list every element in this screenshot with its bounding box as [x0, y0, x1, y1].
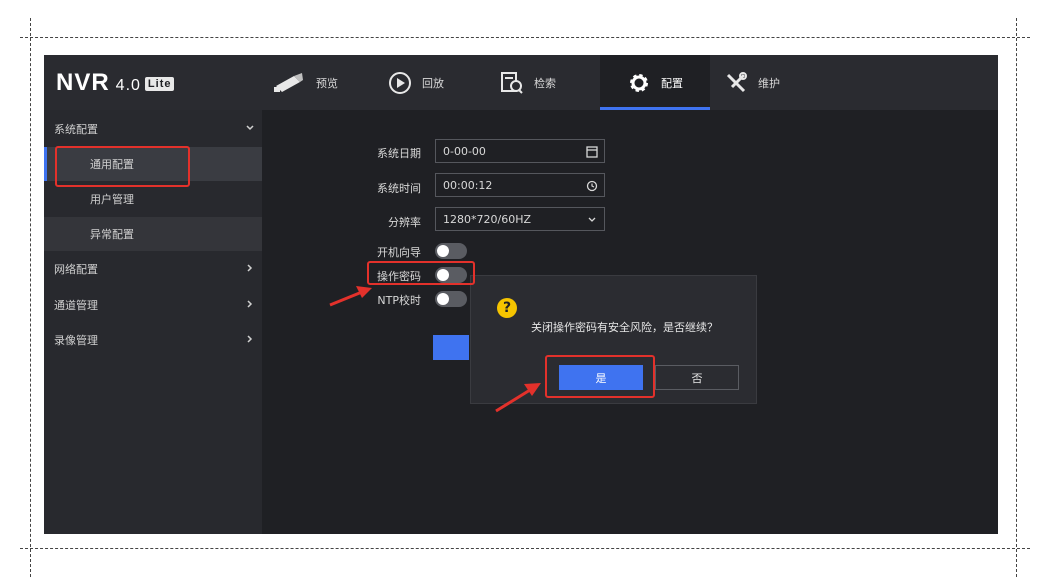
- arrow-to-password-toggle: [329, 286, 372, 307]
- annotation-arrows: [329, 286, 541, 413]
- arrow-to-yes-button: [495, 383, 541, 413]
